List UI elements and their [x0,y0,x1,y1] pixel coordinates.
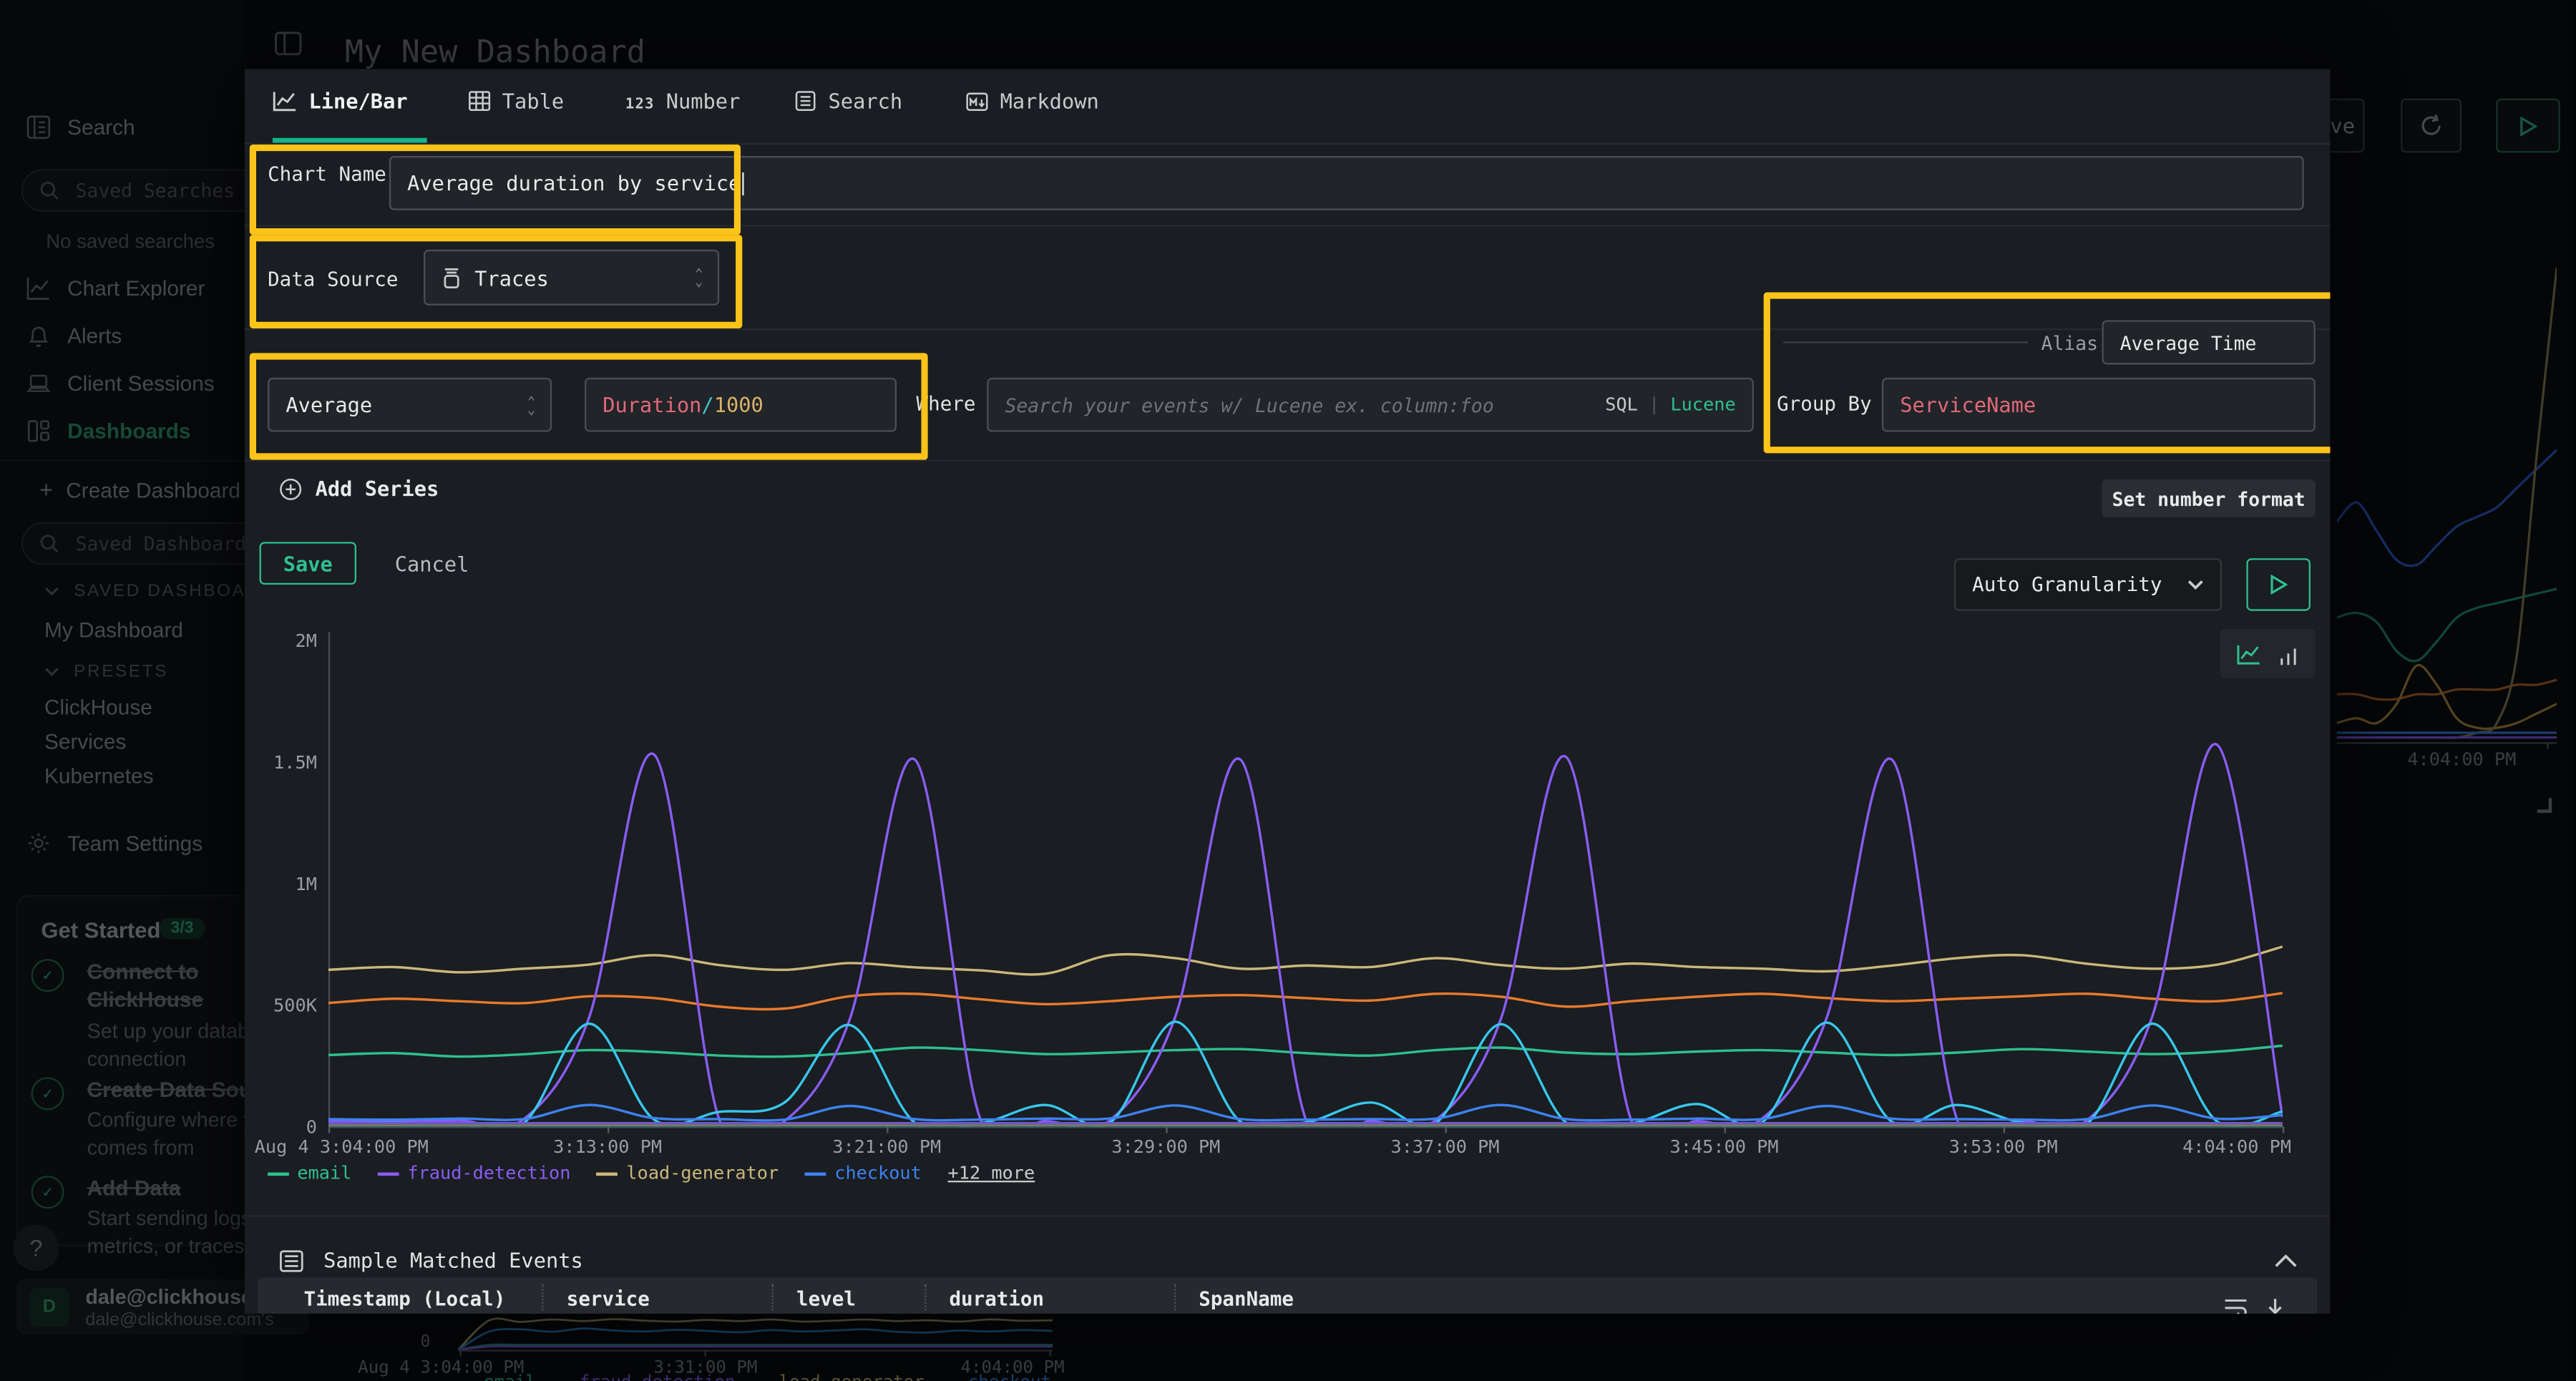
y-axis-tick: 1M [251,874,317,895]
group-by-label: Group By [1777,392,1872,415]
legend-item-email[interactable]: email [268,1163,351,1184]
tab-table[interactable]: Table [468,89,565,113]
chart-legend: email fraud-detection load-generator checko… [268,1163,1035,1184]
cancel-button[interactable]: Cancel [383,542,482,585]
add-series-button[interactable]: Add Series [279,477,439,501]
chart-name-label: Chart Name [268,162,386,185]
aggregation-select[interactable]: Average ⌃⌄ [268,378,552,432]
column-separator [924,1284,926,1311]
wrap-text-icon[interactable] [2223,1297,2248,1314]
table-icon [468,90,491,112]
x-axis-tick: Aug 4 3:04:00 PM [255,1136,429,1158]
alias-input[interactable]: Average Time [2102,321,2315,365]
legend-dash [378,1171,399,1175]
legend-dash [597,1171,618,1175]
column-separator [772,1284,774,1311]
download-icon[interactable] [2265,1297,2286,1314]
column-separator [1174,1284,1176,1311]
column-separator [542,1284,543,1311]
line-chart-icon [273,90,297,112]
where-search-input[interactable]: SQL | Lucene [987,378,1754,432]
legend-item-load-generator[interactable]: load-generator [597,1163,779,1184]
tab-markdown[interactable]: Markdown [965,89,1098,113]
column-header-timestamp-local-[interactable]: Timestamp (Local) [304,1287,506,1310]
markdown-icon [965,91,988,111]
y-axis-tick: 0 [251,1117,317,1138]
column-header-duration[interactable]: duration [949,1287,1044,1310]
legend-dash [805,1171,826,1175]
chart-name-input[interactable]: Average duration by service [389,156,2304,210]
y-axis-tick: 2M [251,630,317,652]
tab-number[interactable]: 123Number [625,89,740,113]
y-axis-tick: 1.5M [251,752,317,774]
select-chevrons-icon: ⌃⌄ [695,269,703,286]
tab-line-bar[interactable]: Line/Bar [273,89,408,113]
tab-search[interactable]: Search [796,89,903,113]
play-icon [2270,575,2288,595]
save-button[interactable]: Save [260,542,356,585]
alias-label: Alias [2041,332,2098,355]
column-header-level[interactable]: level [796,1287,856,1310]
chevron-down-icon [2187,580,2204,590]
x-axis-tick: 4:04:00 PM [2182,1136,2291,1158]
group-by-input[interactable]: ServiceName [1882,378,2316,432]
x-axis-tick: 3:29:00 PM [1111,1136,1220,1158]
set-number-format-button[interactable]: Set number format [2102,479,2315,517]
number-123-icon: 123 [625,89,655,113]
query-language-toggle[interactable]: SQL | Lucene [1605,394,1735,416]
series-line [328,744,2283,1127]
field-expression-input[interactable]: Duration/1000 [585,378,897,432]
legend-item-checkout[interactable]: checkout [805,1163,922,1184]
events-table-header: Timestamp (Local) service level duration Spa… [258,1277,2317,1313]
document-icon [796,90,817,112]
chart-editor-modal: Line/Bar Table 123Number Search Markdown Cha… [245,69,2331,1314]
data-source-select[interactable]: Traces ⌃⌄ [424,250,719,306]
line-chart[interactable] [328,637,2283,1126]
column-header-spanname[interactable]: SpanName [1199,1287,1294,1310]
x-axis-tick: 3:21:00 PM [832,1136,941,1158]
app-root: HyperDX My New Dashboard Save 4:04:00 PM [0,0,2575,1381]
legend-dash [268,1171,289,1175]
series-line [328,1045,2283,1056]
column-header-service[interactable]: service [567,1287,650,1310]
plus-circle-icon [279,477,302,500]
text-caret [743,172,744,195]
select-chevrons-icon: ⌃⌄ [527,396,535,413]
granularity-select[interactable]: Auto Granularity [1954,558,2222,610]
run-chart-button[interactable] [2246,558,2311,610]
x-axis-tick: 3:13:00 PM [553,1136,662,1158]
active-tab-underline [273,138,427,143]
legend-more-link[interactable]: +12 more [948,1163,1035,1184]
legend-item-fraud-detection[interactable]: fraud-detection [378,1163,570,1184]
collapse-chevron-up-icon[interactable] [2274,1254,2297,1267]
series-line [328,993,2283,1010]
x-axis-tick: 3:53:00 PM [1949,1136,2058,1158]
chart-x-axis [328,1126,2283,1128]
sample-events-header: Sample Matched Events [279,1248,583,1272]
y-axis-tick: 500K [251,995,317,1017]
list-icon [279,1249,303,1272]
where-label: Where [917,392,976,415]
x-axis-tick: 3:37:00 PM [1391,1136,1500,1158]
database-icon [441,267,462,288]
data-source-label: Data Source [268,268,398,291]
series-line [328,947,2283,975]
x-axis-tick: 3:45:00 PM [1670,1136,1779,1158]
